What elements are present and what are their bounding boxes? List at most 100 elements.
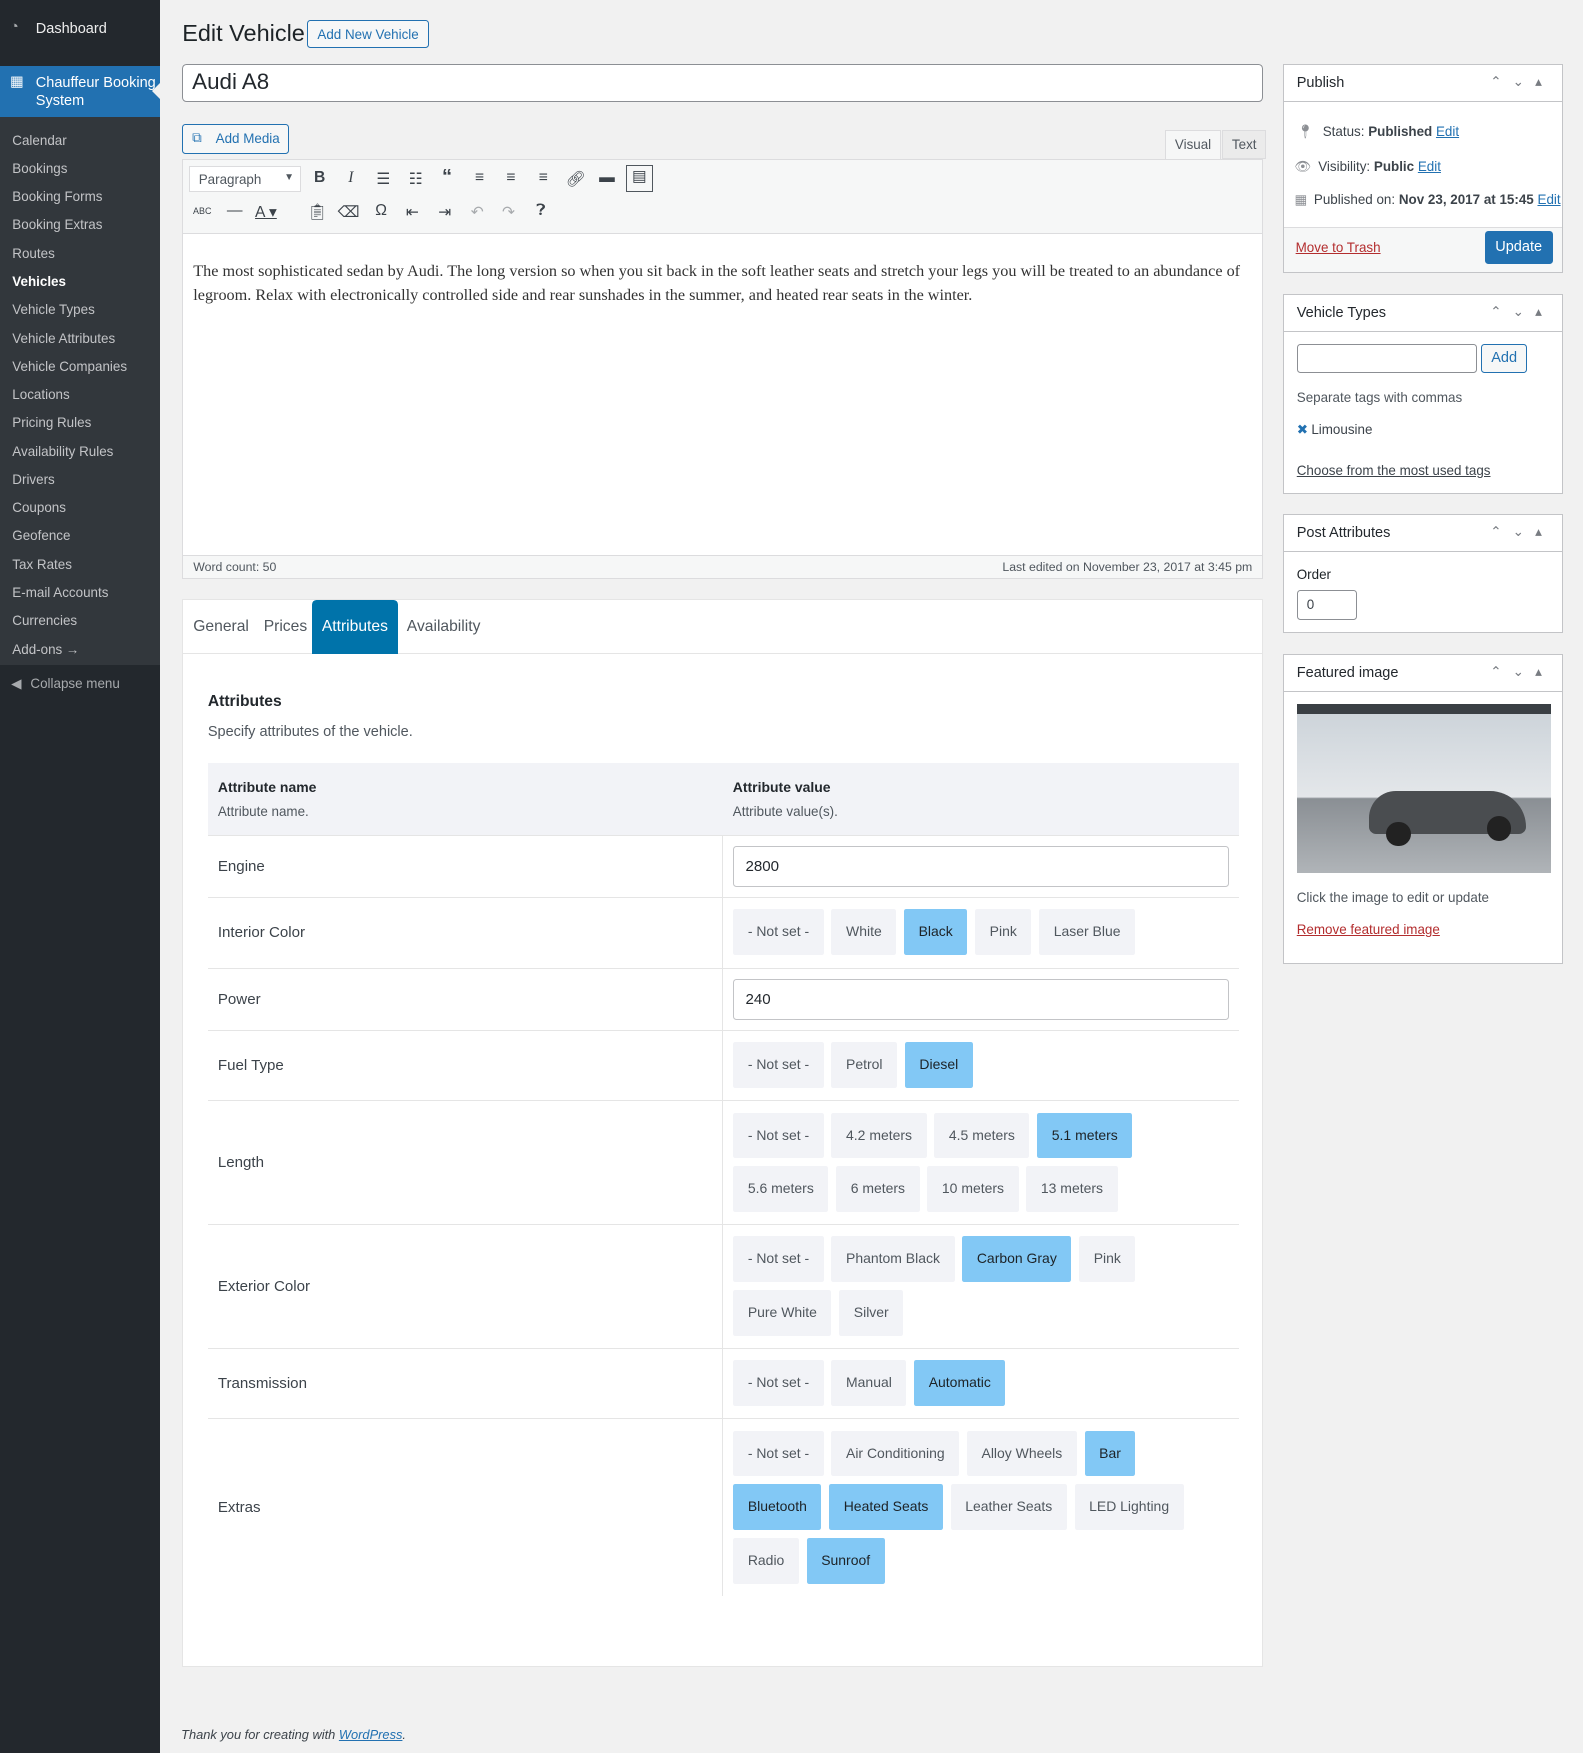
attribute-value-input[interactable]: 240 bbox=[733, 978, 1229, 1020]
sidebar-item-drivers[interactable]: Drivers bbox=[0, 468, 160, 496]
attribute-option[interactable]: Radio bbox=[733, 1537, 799, 1584]
sidebar-item-e-mail-accounts[interactable]: E-mail Accounts bbox=[0, 581, 160, 609]
tab-general[interactable]: General bbox=[183, 600, 259, 654]
featured-image[interactable] bbox=[1296, 704, 1551, 874]
attribute-option[interactable]: Pink bbox=[975, 909, 1032, 956]
attribute-option[interactable]: Alloy Wheels bbox=[966, 1430, 1077, 1477]
attribute-value-input[interactable]: 2800 bbox=[733, 845, 1229, 888]
italic-icon[interactable]: I bbox=[339, 169, 364, 187]
attribute-option[interactable]: - Not set - bbox=[733, 1042, 824, 1089]
attribute-option[interactable]: Bluetooth bbox=[733, 1484, 822, 1531]
attribute-option[interactable]: Heated Seats bbox=[829, 1484, 943, 1531]
indent-icon[interactable]: ⇥ bbox=[433, 202, 458, 222]
box-move-toggle-icons[interactable]: ⌃⌄▴ bbox=[1490, 664, 1553, 680]
numbered-list-icon[interactable]: ☷ bbox=[403, 169, 428, 189]
tab-visual[interactable]: Visual bbox=[1164, 129, 1222, 160]
attribute-option[interactable]: - Not set - bbox=[733, 1430, 824, 1477]
attribute-option[interactable]: Leather Seats bbox=[950, 1484, 1067, 1531]
add-tag-button[interactable]: Add bbox=[1481, 344, 1528, 374]
attribute-option[interactable]: Black bbox=[904, 909, 968, 956]
collapse-menu-button[interactable]: ◀ Collapse menu bbox=[11, 676, 120, 692]
sidebar-item-booking-forms[interactable]: Booking Forms bbox=[0, 185, 160, 213]
sidebar-item-tax-rates[interactable]: Tax Rates bbox=[0, 553, 160, 581]
undo-icon[interactable]: ↶ bbox=[465, 202, 490, 222]
horizontal-line-icon[interactable]: — bbox=[222, 202, 247, 220]
order-input[interactable]: 0 bbox=[1296, 590, 1358, 621]
tab-attributes[interactable]: Attributes bbox=[311, 600, 398, 654]
attribute-option[interactable]: Automatic bbox=[914, 1360, 1006, 1407]
attribute-option[interactable]: 13 meters bbox=[1026, 1166, 1118, 1213]
attribute-option[interactable]: - Not set - bbox=[733, 1236, 824, 1283]
sidebar-item-geofence[interactable]: Geofence bbox=[0, 524, 160, 552]
text-color-icon[interactable]: A ▾ bbox=[254, 202, 279, 222]
most-used-tags-link[interactable]: Choose from the most used tags bbox=[1297, 463, 1491, 478]
tab-availability[interactable]: Availability bbox=[397, 600, 491, 654]
attribute-option[interactable]: Sunroof bbox=[806, 1537, 885, 1584]
attribute-option[interactable]: 6 meters bbox=[836, 1166, 920, 1213]
box-move-toggle-icons[interactable]: ⌃⌄▴ bbox=[1490, 74, 1553, 90]
edit-status-link[interactable]: Edit bbox=[1436, 124, 1459, 139]
align-center-icon[interactable]: ≡ bbox=[498, 169, 523, 187]
sidebar-item-dashboard[interactable]: ◔ Dashboard bbox=[0, 0, 160, 58]
sidebar-item-vehicle-attributes[interactable]: Vehicle Attributes bbox=[0, 327, 160, 355]
blockquote-icon[interactable]: “ bbox=[435, 166, 460, 189]
sidebar-item-currencies[interactable]: Currencies bbox=[0, 609, 160, 637]
sidebar-item-booking-extras[interactable]: Booking Extras bbox=[0, 213, 160, 241]
redo-icon[interactable]: ↷ bbox=[496, 202, 521, 222]
attribute-option[interactable]: Manual bbox=[831, 1360, 907, 1407]
link-icon[interactable]: 🔗︎ bbox=[563, 169, 588, 189]
sidebar-item-routes[interactable]: Routes bbox=[0, 242, 160, 270]
help-icon[interactable]: ❓︎ bbox=[529, 202, 554, 220]
tab-prices[interactable]: Prices bbox=[254, 600, 318, 654]
attribute-option[interactable]: White bbox=[831, 909, 897, 956]
attribute-option[interactable]: Carbon Gray bbox=[962, 1236, 1072, 1283]
read-more-icon[interactable]: ▬ bbox=[595, 169, 620, 187]
attribute-option[interactable]: 5.1 meters bbox=[1037, 1112, 1133, 1159]
add-new-vehicle-button[interactable]: Add New Vehicle bbox=[307, 20, 429, 49]
attribute-option[interactable]: Phantom Black bbox=[831, 1236, 955, 1283]
sidebar-item-chauffeur[interactable]: ▦ Chauffeur Booking System bbox=[0, 65, 160, 118]
vehicle-type-input[interactable] bbox=[1296, 344, 1477, 374]
box-move-toggle-icons[interactable]: ⌃⌄▴ bbox=[1490, 524, 1553, 540]
attribute-option[interactable]: Diesel bbox=[904, 1042, 973, 1089]
bullet-list-icon[interactable]: ☰ bbox=[371, 169, 396, 189]
tab-text[interactable]: Text bbox=[1221, 129, 1267, 159]
box-move-toggle-icons[interactable]: ⌃⌄▴ bbox=[1490, 304, 1553, 320]
update-button[interactable]: Update bbox=[1484, 231, 1553, 264]
remove-featured-image-link[interactable]: Remove featured image bbox=[1297, 922, 1440, 937]
attribute-option[interactable]: Pink bbox=[1079, 1236, 1136, 1283]
outdent-icon[interactable]: ⇤ bbox=[400, 202, 425, 222]
bold-icon[interactable]: B bbox=[307, 169, 332, 187]
align-left-icon[interactable]: ≡ bbox=[467, 169, 492, 187]
special-character-icon[interactable]: Ω bbox=[369, 202, 394, 220]
editor-content[interactable]: The most sophisticated sedan by Audi. Th… bbox=[183, 234, 1262, 536]
format-select[interactable]: Paragraph ▼ bbox=[188, 166, 301, 193]
sidebar-item-add-ons[interactable]: Add-ons → bbox=[0, 638, 160, 666]
attribute-option[interactable]: Laser Blue bbox=[1039, 909, 1136, 956]
attribute-option[interactable]: Silver bbox=[839, 1290, 904, 1336]
attribute-option[interactable]: - Not set - bbox=[733, 909, 824, 956]
sidebar-item-coupons[interactable]: Coupons bbox=[0, 496, 160, 524]
paste-text-icon[interactable]: 📋︎ bbox=[305, 202, 330, 222]
sidebar-item-locations[interactable]: Locations bbox=[0, 383, 160, 411]
sidebar-item-bookings[interactable]: Bookings bbox=[0, 157, 160, 185]
post-title-input[interactable]: Audi A8 bbox=[182, 63, 1264, 102]
wordpress-link[interactable]: WordPress bbox=[339, 1727, 403, 1742]
attribute-option[interactable]: 4.2 meters bbox=[831, 1112, 927, 1159]
align-right-icon[interactable]: ≡ bbox=[531, 169, 556, 187]
toolbar-toggle-icon[interactable]: ▤ bbox=[625, 165, 653, 193]
sidebar-item-vehicles[interactable]: Vehicles bbox=[0, 270, 160, 298]
attribute-option[interactable]: Petrol bbox=[831, 1042, 898, 1089]
sidebar-item-availability-rules[interactable]: Availability Rules bbox=[0, 440, 160, 468]
sidebar-item-pricing-rules[interactable]: Pricing Rules bbox=[0, 411, 160, 439]
sidebar-item-vehicle-types[interactable]: Vehicle Types bbox=[0, 298, 160, 326]
attribute-option[interactable]: - Not set - bbox=[733, 1112, 824, 1159]
attribute-option[interactable]: 4.5 meters bbox=[934, 1112, 1030, 1159]
edit-date-link[interactable]: Edit bbox=[1538, 192, 1561, 207]
sidebar-item-vehicle-companies[interactable]: Vehicle Companies bbox=[0, 355, 160, 383]
attribute-option[interactable]: - Not set - bbox=[733, 1360, 824, 1407]
attribute-option[interactable]: Bar bbox=[1084, 1430, 1136, 1477]
strikethrough-icon[interactable]: ABC bbox=[190, 206, 215, 216]
move-to-trash-link[interactable]: Move to Trash bbox=[1296, 240, 1381, 255]
attribute-option[interactable]: 5.6 meters bbox=[733, 1166, 829, 1213]
